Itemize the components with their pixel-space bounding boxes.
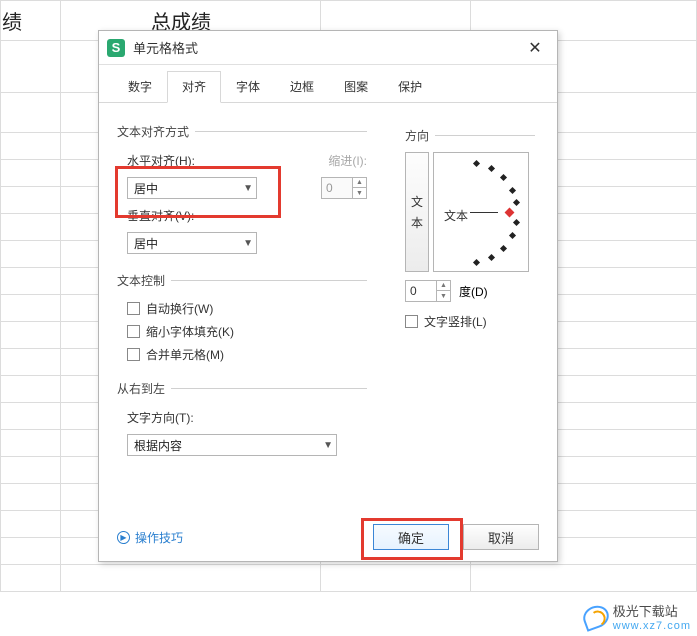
chevron-down-icon: ▼ xyxy=(323,440,333,451)
merge-label: 合并单元格(M) xyxy=(146,346,224,363)
close-button[interactable]: ✕ xyxy=(521,34,549,62)
dialog-title: 单元格格式 xyxy=(133,38,198,57)
dial-text: 文本 xyxy=(444,207,468,224)
orientation-dial[interactable]: 文本 xyxy=(433,152,529,272)
v-align-label: 垂直对齐(V): xyxy=(127,207,194,224)
indent-input[interactable] xyxy=(322,178,352,198)
cell-format-dialog: S 单元格格式 ✕ 数字 对齐 字体 边框 图案 保护 文本对齐方式 水平对齐(… xyxy=(98,30,558,562)
v-align-combo[interactable]: 居中 ▼ xyxy=(127,232,257,254)
tips-label: 操作技巧 xyxy=(135,529,183,546)
orientation-panel: 方向 文 本 文本 xyxy=(405,127,535,333)
h-align-value: 居中 xyxy=(134,180,158,197)
watermark: 极光下载站 www.xz7.com xyxy=(583,601,691,632)
spinner-down-icon[interactable]: ▼ xyxy=(436,291,450,301)
tab-alignment[interactable]: 对齐 xyxy=(167,71,221,103)
dialog-footer: ▶ 操作技巧 确定 取消 xyxy=(99,513,557,561)
ok-button[interactable]: 确定 xyxy=(373,524,449,550)
rtl-legend: 从右到左 xyxy=(117,380,171,397)
shrink-checkbox[interactable]: 缩小字体填充(K) xyxy=(117,320,367,343)
alignment-group: 文本对齐方式 水平对齐(H): 缩进(I): 居中 ▼ ▲ ▼ xyxy=(117,123,367,258)
cancel-button[interactable]: 取消 xyxy=(463,524,539,550)
v-align-value: 居中 xyxy=(134,235,158,252)
vertical-text-checkbox[interactable]: 文字竖排(L) xyxy=(405,310,535,333)
text-dir-combo[interactable]: 根据内容 ▼ xyxy=(127,434,337,456)
header-cell[interactable]: 绩 xyxy=(1,1,61,41)
rtl-group: 从右到左 文字方向(T): 根据内容 ▼ xyxy=(117,380,367,460)
dial-current-icon xyxy=(505,208,515,218)
text-control-group: 文本控制 自动换行(W) 缩小字体填充(K) 合并单元格(M) xyxy=(117,272,367,366)
degree-input[interactable] xyxy=(406,281,436,301)
checkbox-icon xyxy=(127,325,140,338)
orientation-legend: 方向 xyxy=(405,127,435,144)
shrink-label: 缩小字体填充(K) xyxy=(146,323,234,340)
play-icon: ▶ xyxy=(117,531,130,544)
spinner-down-icon[interactable]: ▼ xyxy=(352,188,366,198)
tab-border[interactable]: 边框 xyxy=(275,71,329,103)
vertical-text-label: 文字竖排(L) xyxy=(424,313,487,330)
tab-strip: 数字 对齐 字体 边框 图案 保护 xyxy=(99,65,557,103)
vertical-text-button[interactable]: 文 本 xyxy=(405,152,429,272)
alignment-legend: 文本对齐方式 xyxy=(117,123,195,140)
app-logo-icon: S xyxy=(107,39,125,57)
h-align-label: 水平对齐(H): xyxy=(127,152,195,169)
tab-font[interactable]: 字体 xyxy=(221,71,275,103)
spinner-up-icon[interactable]: ▲ xyxy=(436,281,450,291)
spinner-up-icon[interactable]: ▲ xyxy=(352,178,366,188)
watermark-logo-icon xyxy=(580,602,612,632)
tab-protect[interactable]: 保护 xyxy=(383,71,437,103)
indent-label: 缩进(I): xyxy=(328,152,367,169)
chevron-down-icon: ▼ xyxy=(243,183,253,194)
checkbox-icon xyxy=(127,348,140,361)
text-dir-label: 文字方向(T): xyxy=(127,409,194,426)
watermark-url: www.xz7.com xyxy=(613,620,691,632)
degree-label: 度(D) xyxy=(459,283,488,300)
checkbox-icon xyxy=(127,302,140,315)
chevron-down-icon: ▼ xyxy=(243,238,253,249)
tips-link[interactable]: ▶ 操作技巧 xyxy=(117,529,183,546)
watermark-text: 极光下载站 xyxy=(613,601,691,620)
wrap-label: 自动换行(W) xyxy=(146,300,213,317)
indent-spinner[interactable]: ▲ ▼ xyxy=(321,177,367,199)
dial-line xyxy=(470,212,498,213)
checkbox-icon xyxy=(405,315,418,328)
merge-checkbox[interactable]: 合并单元格(M) xyxy=(117,343,367,366)
h-align-combo[interactable]: 居中 ▼ xyxy=(127,177,257,199)
tab-number[interactable]: 数字 xyxy=(113,71,167,103)
text-dir-value: 根据内容 xyxy=(134,437,182,454)
tab-pattern[interactable]: 图案 xyxy=(329,71,383,103)
text-control-legend: 文本控制 xyxy=(117,272,171,289)
degree-spinner[interactable]: ▲ ▼ xyxy=(405,280,451,302)
wrap-checkbox[interactable]: 自动换行(W) xyxy=(117,297,367,320)
titlebar[interactable]: S 单元格格式 ✕ xyxy=(99,31,557,65)
